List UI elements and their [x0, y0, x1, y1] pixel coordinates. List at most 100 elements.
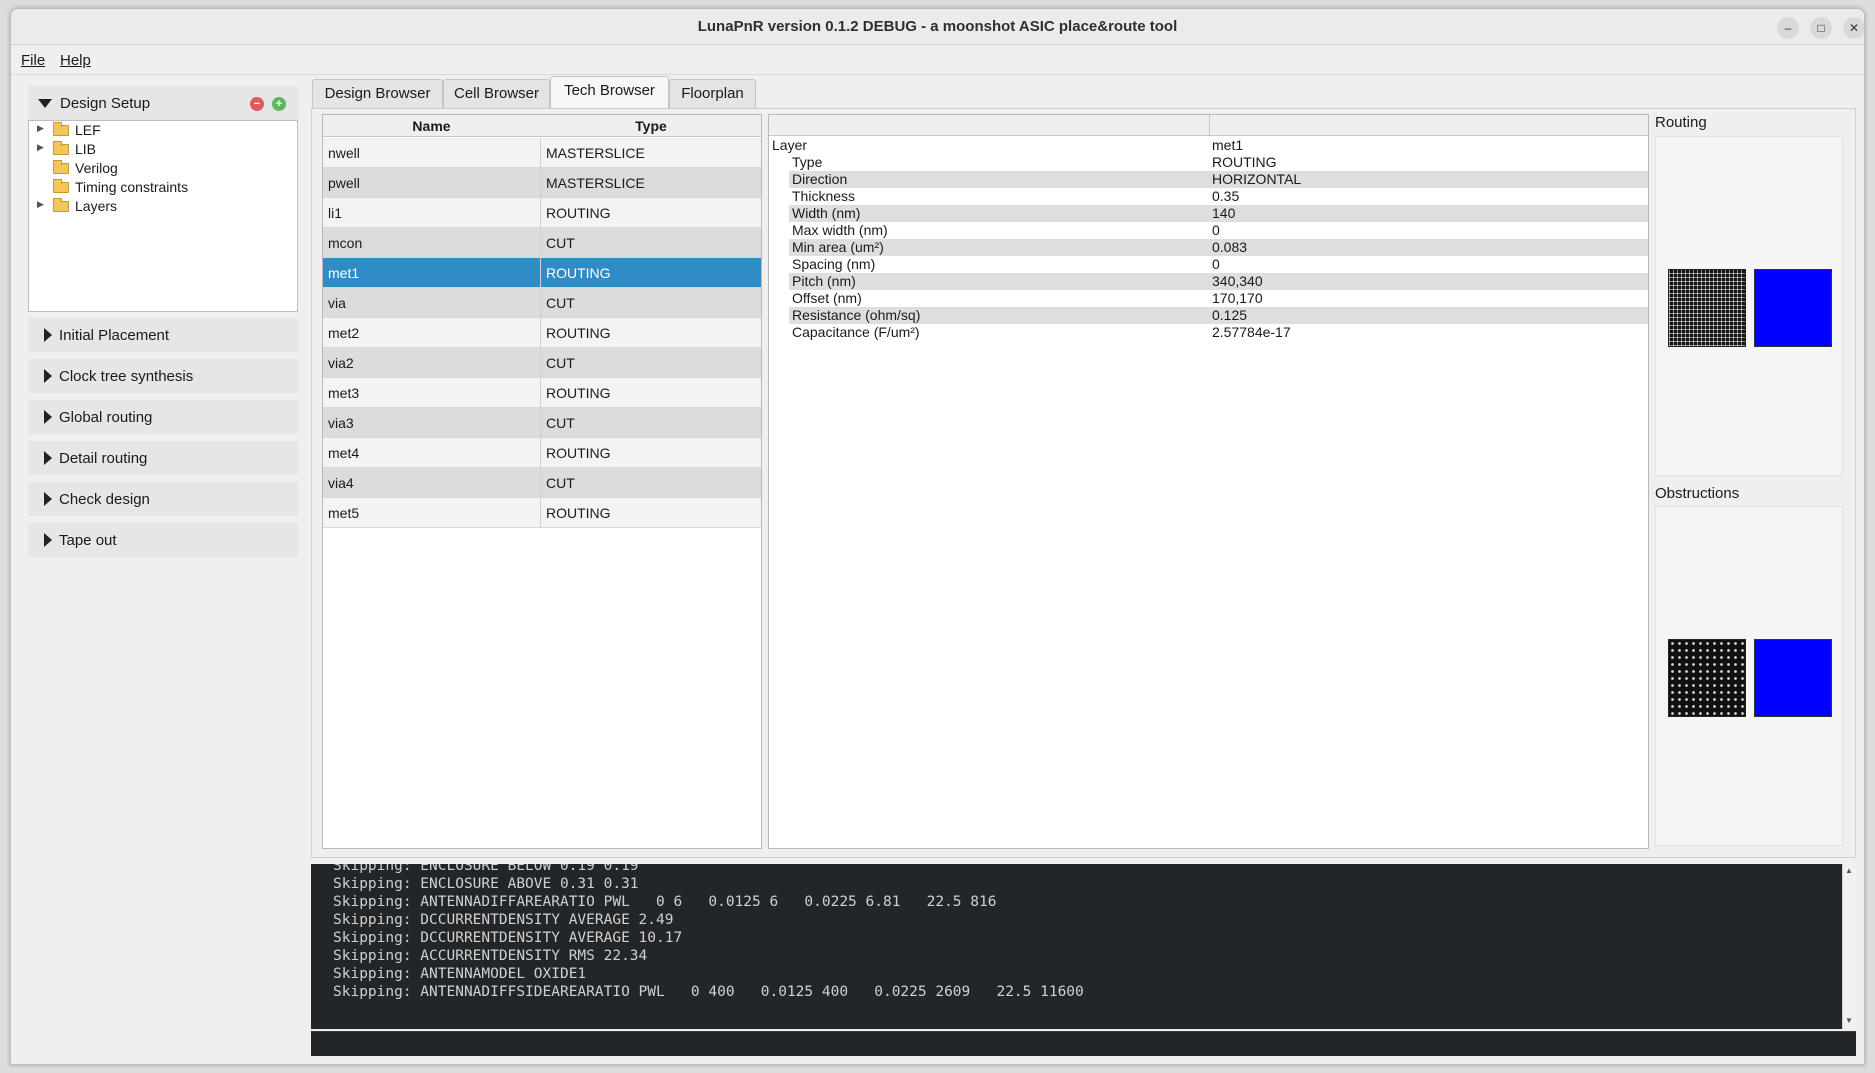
window-title: LunaPnR version 0.1.2 DEBUG - a moonshot… — [697, 18, 1178, 35]
console-line: Skipping: ACCURRENTDENSITY RMS 22.34 — [333, 948, 648, 964]
tab-cell-browser[interactable]: Cell Browser — [443, 79, 550, 109]
folder-icon — [53, 198, 69, 212]
collapsed-arrow-icon — [44, 369, 52, 383]
property-key: Type — [792, 154, 823, 170]
table-row[interactable]: via CUT — [323, 288, 761, 318]
table-row[interactable]: met3 ROUTING — [323, 378, 761, 408]
section-global-routing[interactable]: Global routing — [28, 400, 298, 434]
table-row[interactable]: met5 ROUTING — [323, 498, 761, 528]
property-row[interactable]: Spacing (nm) 0 — [769, 256, 1648, 273]
table-row[interactable]: via2 CUT — [323, 348, 761, 378]
tree-item-lef[interactable]: ▶ LEF — [29, 121, 297, 140]
add-icon[interactable]: + — [272, 97, 286, 111]
column-header-type[interactable]: Type — [540, 118, 762, 134]
section-label: Initial Placement — [59, 327, 170, 344]
table-row[interactable]: mcon CUT — [323, 228, 761, 258]
property-value: met1 — [1212, 137, 1244, 153]
tree-item-verilog[interactable]: Verilog — [29, 159, 297, 178]
title-bar: LunaPnR version 0.1.2 DEBUG - a moonshot… — [11, 9, 1864, 45]
property-row[interactable]: Min area (um²) 0.083 — [769, 239, 1648, 256]
tree-item-layers[interactable]: ▶ Layers — [29, 197, 297, 216]
tab-design-browser[interactable]: Design Browser — [312, 79, 443, 109]
routing-label: Routing — [1655, 114, 1707, 131]
layer-type-cell: ROUTING — [546, 325, 611, 341]
menu-help[interactable]: Help — [60, 52, 91, 69]
property-row[interactable]: Direction HORIZONTAL — [769, 171, 1648, 188]
section-clock-tree-synthesis[interactable]: Clock tree synthesis — [28, 359, 298, 393]
table-row[interactable]: li1 ROUTING — [323, 198, 761, 228]
obstructions-swatch-panel — [1655, 506, 1843, 846]
expanded-arrow-icon — [38, 99, 52, 108]
section-detail-routing[interactable]: Detail routing — [28, 441, 298, 475]
property-row[interactable]: Capacitance (F/um²) 2.57784e-17 — [769, 324, 1648, 341]
tab-tech-browser[interactable]: Tech Browser — [550, 76, 669, 109]
close-button[interactable]: ✕ — [1843, 17, 1864, 39]
property-key: Width (nm) — [792, 205, 861, 221]
property-row[interactable]: Max width (nm) 0 — [769, 222, 1648, 239]
tree-item-label: Timing constraints — [75, 179, 189, 195]
folder-icon — [53, 160, 69, 174]
minimize-button[interactable]: – — [1777, 17, 1799, 39]
section-check-design[interactable]: Check design — [28, 482, 298, 516]
console-scrollbar[interactable]: ▲ ▼ — [1842, 864, 1856, 1029]
layer-table[interactable]: Name Type nwell MASTERSLICE pwell MASTERSLI… — [322, 114, 762, 849]
property-row[interactable]: Offset (nm) 170,170 — [769, 290, 1648, 307]
property-row[interactable]: Resistance (ohm/sq) 0.125 — [769, 307, 1648, 324]
routing-swatch-panel — [1655, 136, 1843, 476]
table-row[interactable]: met2 ROUTING — [323, 318, 761, 348]
table-row[interactable]: met1 ROUTING — [323, 258, 761, 288]
section-label: Clock tree synthesis — [59, 368, 194, 385]
remove-icon[interactable]: − — [250, 97, 264, 111]
obstruction-color-swatch — [1754, 639, 1832, 717]
scroll-down-icon[interactable]: ▼ — [1845, 1016, 1854, 1025]
property-value: 0.35 — [1212, 188, 1240, 204]
layer-type-cell: ROUTING — [546, 505, 611, 521]
table-row[interactable]: nwell MASTERSLICE — [323, 138, 761, 168]
property-root-row[interactable]: Layer met1 — [769, 137, 1648, 154]
property-row[interactable]: Thickness 0.35 — [769, 188, 1648, 205]
menu-file[interactable]: File — [21, 52, 45, 69]
collapsed-arrow-icon — [44, 328, 52, 342]
property-key: Thickness — [792, 188, 856, 204]
section-tape-out[interactable]: Tape out — [28, 523, 298, 557]
property-row[interactable]: Pitch (nm) 340,340 — [769, 273, 1648, 290]
section-initial-placement[interactable]: Initial Placement — [28, 318, 298, 352]
expand-arrow-icon[interactable]: ▶ — [37, 142, 44, 153]
layer-type-cell: MASTERSLICE — [546, 145, 645, 161]
section-label: Global routing — [59, 409, 153, 426]
layer-name-cell: met5 — [328, 505, 360, 521]
expand-arrow-icon[interactable]: ▶ — [37, 199, 44, 210]
tree-item-timing-constraints[interactable]: Timing constraints — [29, 178, 297, 197]
layer-name-cell: met2 — [328, 325, 360, 341]
layer-name-cell: met3 — [328, 385, 360, 401]
property-key: Resistance (ohm/sq) — [792, 307, 921, 323]
maximize-button[interactable]: □ — [1810, 17, 1832, 39]
menu-bar: File Help — [11, 45, 1864, 75]
property-value: 170,170 — [1212, 290, 1263, 306]
design-setup-title: Design Setup — [60, 95, 151, 112]
scroll-up-icon[interactable]: ▲ — [1845, 866, 1854, 875]
log-console[interactable]: Skipping: ENCLOSURE BELOW 0.19 0.19 Skipp… — [311, 864, 1856, 1029]
table-row[interactable]: via3 CUT — [323, 408, 761, 438]
layer-type-cell: CUT — [546, 355, 575, 371]
collapsed-arrow-icon — [44, 492, 52, 506]
collapsed-arrow-icon — [44, 533, 52, 547]
layer-properties-tree[interactable]: Layer met1 Type ROUTING Direction HORIZONTA… — [768, 114, 1649, 849]
console-input[interactable] — [311, 1031, 1856, 1056]
console-line: Skipping: ANTENNADIFFAREARATIO PWL 0 6 0… — [333, 894, 997, 910]
property-value: 140 — [1212, 205, 1236, 221]
table-row[interactable]: met4 ROUTING — [323, 438, 761, 468]
expand-arrow-icon[interactable]: ▶ — [37, 123, 44, 134]
table-row[interactable]: pwell MASTERSLICE — [323, 168, 761, 198]
tree-item-lib[interactable]: ▶ LIB — [29, 140, 297, 159]
table-row[interactable]: via4 CUT — [323, 468, 761, 498]
property-value: 0 — [1212, 256, 1220, 272]
property-row[interactable]: Type ROUTING — [769, 154, 1648, 171]
menu-help-label: Help — [60, 52, 91, 69]
design-setup-header[interactable]: Design Setup − + — [28, 86, 298, 122]
column-header-name[interactable]: Name — [323, 118, 540, 134]
tab-floorplan[interactable]: Floorplan — [669, 79, 756, 109]
layer-type-cell: ROUTING — [546, 205, 611, 221]
design-setup-tree[interactable]: ▶ LEF ▶ LIB Verilog Timing constraints ▶… — [28, 120, 298, 312]
property-row[interactable]: Width (nm) 140 — [769, 205, 1648, 222]
